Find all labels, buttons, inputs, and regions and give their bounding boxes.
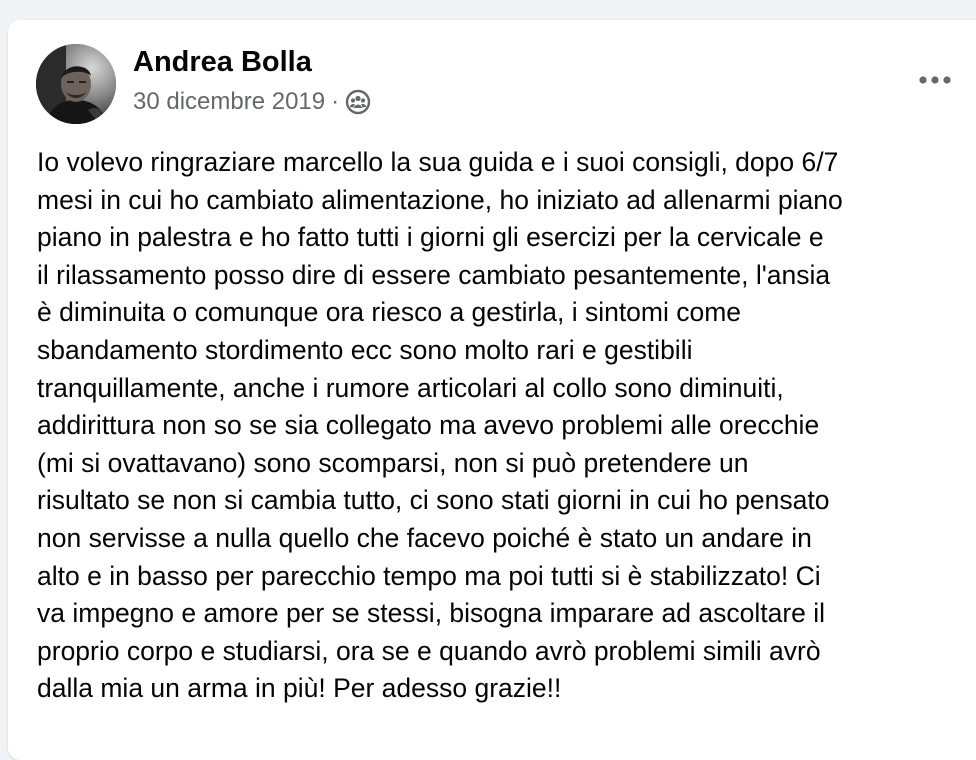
group-icon[interactable] [345,89,371,115]
more-options-button[interactable] [913,62,957,98]
post-body-text: Io volevo ringraziare marcello la sua gu… [37,147,843,704]
post-card: Andrea Bolla 30 dicembre 2019 · Io volev… [8,20,976,760]
more-horizontal-icon [919,76,951,84]
profile-photo [36,44,116,124]
post-meta: 30 dicembre 2019 · [133,88,371,116]
author-name[interactable]: Andrea Bolla [133,46,312,79]
post-date[interactable]: 30 dicembre 2019 [133,88,325,116]
author-avatar[interactable] [36,44,116,124]
meta-separator: · [331,88,340,115]
